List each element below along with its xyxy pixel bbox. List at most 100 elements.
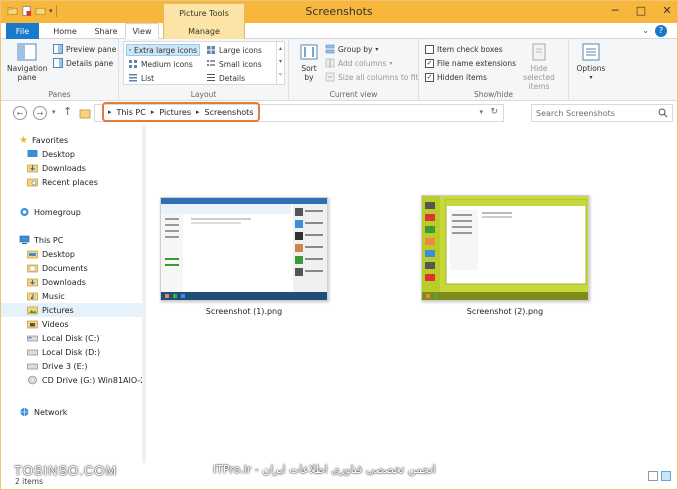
nav-label: Downloads [42,277,86,287]
breadcrumb-pictures[interactable]: Pictures [159,108,191,117]
nav-label: Pictures [42,305,74,315]
file-name-extensions-checkbox[interactable]: ✓ [425,58,434,68]
hide-selected-items-label: Hide selected items [523,64,555,91]
size-all-columns-button[interactable]: Size all columns to fit [325,71,418,83]
tab-manage[interactable]: Manage [163,23,245,39]
navigation-pane-scrollbar[interactable] [142,125,146,463]
sort-by-button[interactable]: Sort by [295,42,323,82]
layout-medium-icons[interactable]: Medium icons [126,58,195,70]
navigation-pane-button[interactable]: Navigation pane [7,42,47,82]
nav-videos[interactable]: Videos [27,317,69,331]
tab-view[interactable]: View [125,23,159,40]
address-dropdown-icon[interactable]: ▾ [479,108,483,116]
screenshot-thumbnail-image [422,196,588,300]
options-label: Options [576,64,606,73]
file-thumbnail-1[interactable] [160,197,328,301]
collapse-ribbon-icon[interactable]: ⌄ [642,26,649,35]
layout-group-label: Layout [190,90,217,99]
refresh-icon[interactable]: ↻ [490,107,498,117]
group-by-dropdown-icon: ▾ [375,45,379,53]
layout-gallery: Extra large icons Large icons Medium ico… [123,41,285,85]
tab-share[interactable]: Share [88,23,124,39]
navigation-pane-icon [17,43,37,61]
layout-large-icons[interactable]: Large icons [204,44,264,56]
panes-group: Navigation pane Preview pane Details pan… [1,39,119,101]
preview-pane-button[interactable]: Preview pane [53,43,116,55]
options-button[interactable]: Options ▾ [573,42,609,82]
layout-details[interactable]: Details [204,72,247,84]
layout-gallery-scroll[interactable]: ▴ ▾ ▿ [276,42,284,84]
nav-this-pc[interactable]: This PC [19,233,63,247]
current-view-group: Sort by Group by ▾ Add columns ▾ Size all … [289,39,419,101]
nav-pictures[interactable]: Pictures [1,303,142,317]
breadcrumb-sep-icon[interactable]: ▸ [108,108,112,116]
layout-small-icons[interactable]: Small icons [204,58,264,70]
nav-local-disk-d[interactable]: Local Disk (D:) [27,345,100,359]
large-icons-view-toggle-icon[interactable] [661,471,671,481]
nav-label: Local Disk (C:) [42,333,100,343]
nav-this-pc-desktop[interactable]: Desktop [27,247,75,261]
breadcrumb-sep-icon[interactable]: ▸ [196,108,200,116]
tab-file[interactable]: File [6,23,39,39]
hidden-items-toggle[interactable]: ✓ Hidden items [425,71,487,83]
item-check-boxes-toggle[interactable]: Item check boxes [425,43,503,55]
recent-locations-icon[interactable]: ▾ [52,108,56,116]
nav-label: CD Drive (G:) Win81AIO-20i [42,375,142,385]
nav-homegroup[interactable]: Homegroup [19,205,81,219]
ribbon-tabs: File Home Share View Manage ⌄ ? [1,23,677,40]
help-icon[interactable]: ? [655,25,667,37]
nav-favorites[interactable]: ★ Favorites [19,133,68,147]
pictures-icon [27,306,38,315]
add-columns-button[interactable]: Add columns ▾ [325,57,392,69]
group-by-button[interactable]: Group by ▾ [325,43,378,55]
file-thumbnail-2[interactable] [421,195,589,301]
navigation-pane: ★ Favorites Desktop Downloads Recent pla… [1,125,142,463]
file-name-1[interactable]: Screenshot (1).png [159,307,329,316]
homegroup-icon [20,208,29,216]
breadcrumb-screenshots[interactable]: Screenshots [205,108,254,117]
explorer-window: ▾ Picture Tools Screenshots ─ □ ✕ File H… [0,0,678,490]
title-bar: ▾ Picture Tools Screenshots ─ □ ✕ [1,1,677,23]
documents-icon [27,264,38,273]
extra-large-icons-icon [129,49,131,51]
nav-music[interactable]: Music [27,289,65,303]
breadcrumb-this-pc[interactable]: This PC [117,108,146,117]
nav-favorites-desktop[interactable]: Desktop [27,147,75,161]
nav-label: Desktop [42,249,75,259]
nav-drive-e[interactable]: Drive 3 (E:) [27,359,88,373]
nav-cd-drive-g[interactable]: CD Drive (G:) Win81AIO-20i [27,373,142,387]
search-box[interactable]: Search Screenshots [531,104,673,122]
nav-downloads[interactable]: Downloads [27,275,86,289]
forward-button[interactable]: → [33,106,47,120]
details-pane-button[interactable]: Details pane [53,57,113,69]
hide-selected-items-button[interactable]: Hide selected items [515,42,563,91]
nav-local-disk-c[interactable]: Local Disk (C:) [27,331,100,345]
show-hide-group: Item check boxes ✓ File name extensions … [419,39,569,101]
window-controls: ─ □ ✕ [609,4,673,17]
breadcrumb: ▸ This PC ▸ Pictures ▸ Screenshots [102,102,260,122]
back-button[interactable]: ← [13,106,27,120]
nav-recent-places[interactable]: Recent places [27,175,98,189]
file-name-2[interactable]: Screenshot (2).png [420,307,590,316]
details-pane-label: Details pane [66,58,114,68]
medium-icons-icon [129,60,137,68]
item-check-boxes-checkbox[interactable] [425,44,434,54]
layout-extra-large-icons[interactable]: Extra large icons [126,44,200,56]
layout-list[interactable]: List [126,72,156,84]
tab-home[interactable]: Home [47,23,83,39]
search-placeholder: Search Screenshots [536,108,615,118]
file-name-extensions-toggle[interactable]: ✓ File name extensions [425,57,516,69]
add-columns-icon [325,58,335,68]
list-icon [129,74,137,82]
minimize-button[interactable]: ─ [609,4,621,17]
nav-favorites-downloads[interactable]: Downloads [27,161,86,175]
breadcrumb-sep-icon[interactable]: ▸ [151,108,155,116]
nav-documents[interactable]: Documents [27,261,88,275]
hidden-items-checkbox[interactable]: ✓ [425,72,434,82]
nav-network[interactable]: Network [19,405,67,419]
details-view-toggle-icon[interactable] [648,471,658,481]
close-button[interactable]: ✕ [661,4,673,17]
up-button[interactable]: ↑ [63,105,72,118]
maximize-button[interactable]: □ [635,4,647,17]
status-bar: TOSINSO.COM انجمن تخصصی فناوری اطلاعات ا… [1,463,677,489]
